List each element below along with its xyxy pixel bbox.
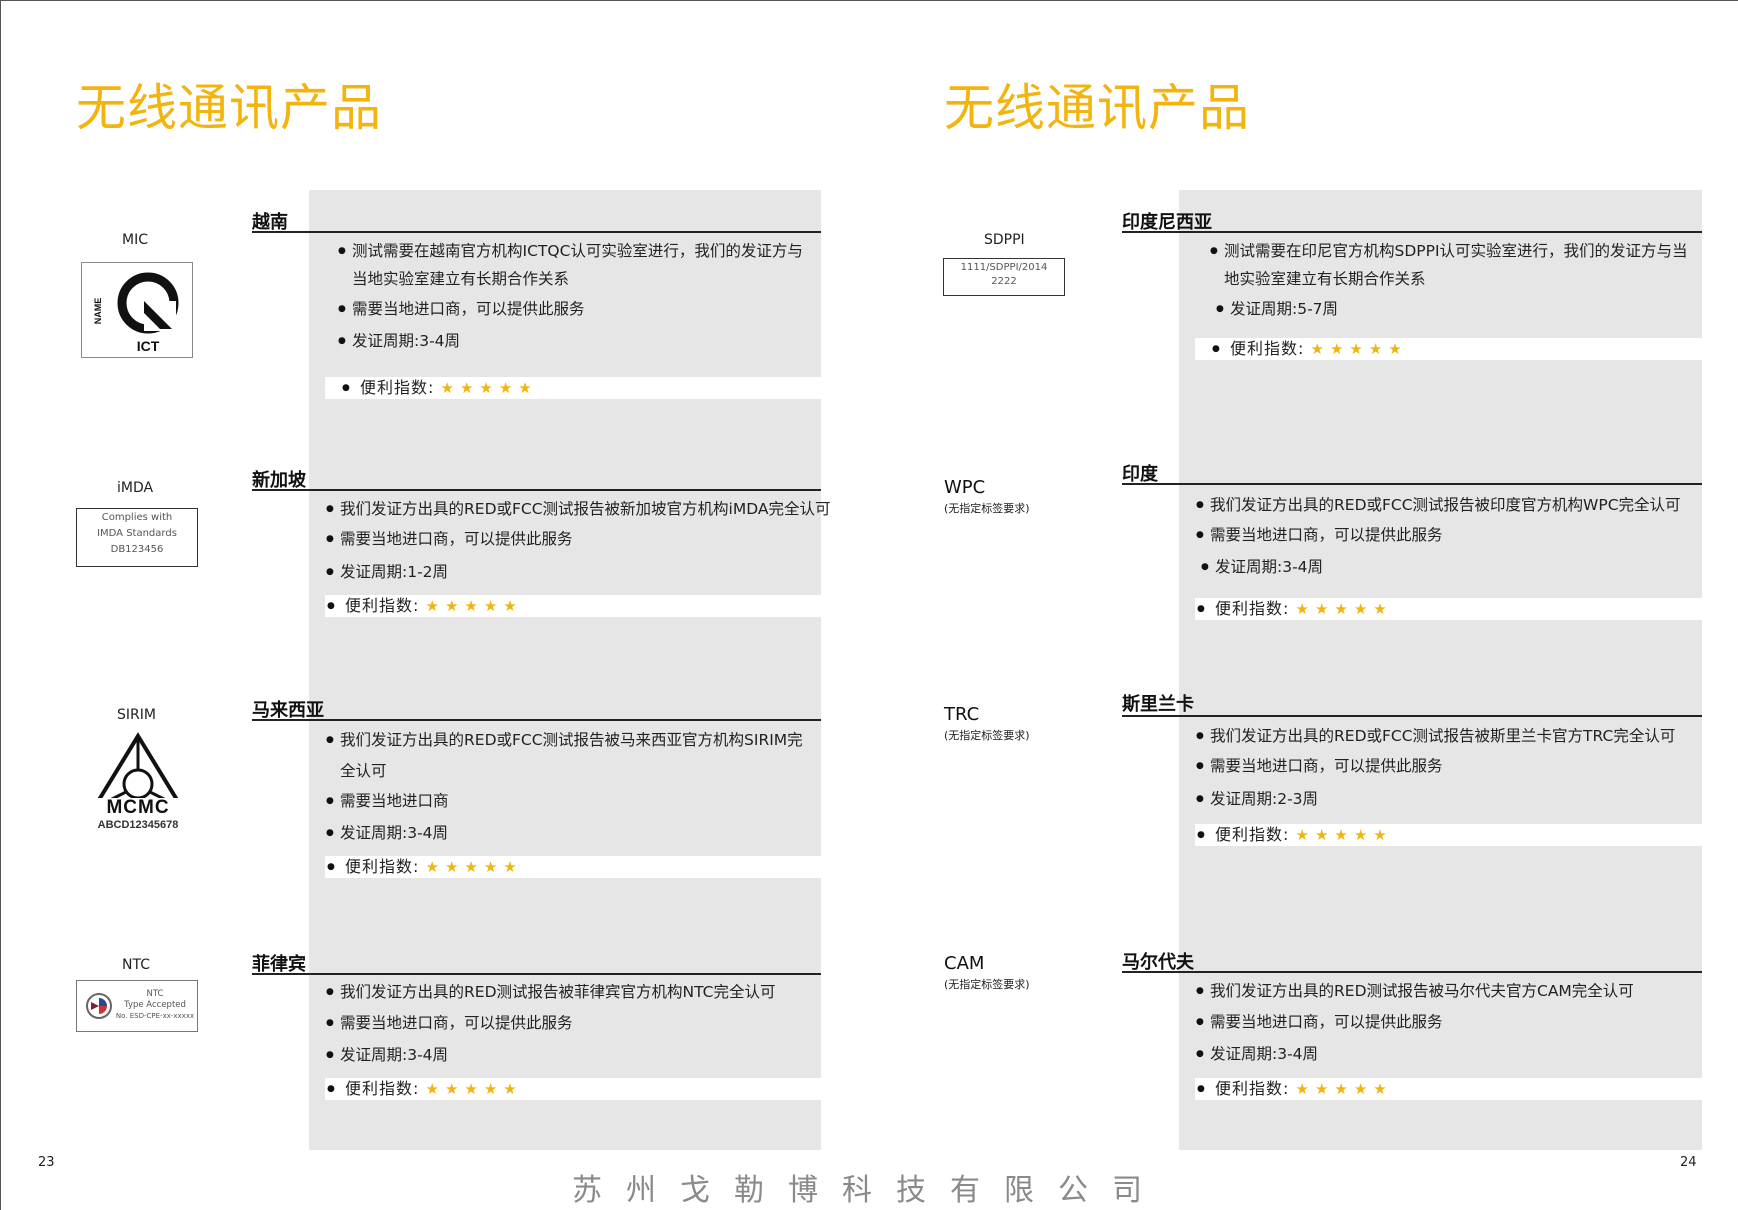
sdppi-logo: 1111/SDPPI/2014 2222 <box>943 258 1065 296</box>
ntc-line-1: NTC <box>146 989 164 999</box>
bullet-ph-3: 发证周期:3-4周 <box>326 1041 810 1069</box>
convenience-label: 便利指数: <box>345 1079 420 1098</box>
imda-line-2: IMDA Standards <box>97 528 177 539</box>
star-rating: ★★★★★ <box>1295 600 1393 618</box>
bullet-in-2: 需要当地进口商，可以提供此服务 <box>1196 521 1680 549</box>
mic-ict-logo: NAME ICT <box>81 262 193 358</box>
convenience-mv: 便利指数: ★★★★★ <box>1197 1078 1393 1100</box>
bullet-in-3: 发证周期:3-4周 <box>1201 553 1685 581</box>
convenience-sg: 便利指数: ★★★★★ <box>327 595 523 617</box>
star-rating: ★★★★★ <box>1295 1080 1393 1098</box>
mcmc-text: MCMC <box>106 797 169 818</box>
sdppi-line-2: 2222 <box>991 276 1017 287</box>
divider-maldives <box>1122 971 1702 973</box>
mark-note: (无指定标签要求) <box>944 502 1030 515</box>
bullet-mv-2: 需要当地进口商，可以提供此服务 <box>1196 1008 1680 1036</box>
convenience-in: 便利指数: ★★★★★ <box>1197 598 1393 620</box>
mark-label-sdppi: SDPPI <box>984 232 1025 248</box>
convenience-label: 便利指数: <box>1215 825 1290 844</box>
bullet-ph-1: 我们发证方出具的RED测试报告被菲律宾官方机构NTC完全认可 <box>326 978 810 1006</box>
mcmc-triangle-icon: MCMC ABCD12345678 <box>90 732 186 831</box>
bullet-lk-3: 发证周期:2-3周 <box>1196 785 1680 813</box>
country-srilanka: 斯里兰卡 <box>1122 694 1194 715</box>
imda-line-3: DB123456 <box>110 544 164 555</box>
convenience-ph: 便利指数: ★★★★★ <box>327 1078 523 1100</box>
bullet-id-1: 测试需要在印尼官方机构SDPPI认可实验室进行，我们的发证方与当地实验室建立有长… <box>1210 237 1702 293</box>
bullet-my-1: 我们发证方出具的RED或FCC测试报告被马来西亚官方机构SIRIM完全认可 <box>326 725 810 787</box>
bullet-sg-3: 发证周期:1-2周 <box>326 558 810 586</box>
mcmc-code-text: ABCD12345678 <box>98 819 179 831</box>
bullet-id-2: 发证周期:5-7周 <box>1216 295 1690 323</box>
mark-label-mic: MIC <box>122 232 148 248</box>
star-rating: ★★★★★ <box>425 858 523 876</box>
convenience-label: 便利指数: <box>345 596 420 615</box>
convenience-label: 便利指数: <box>345 857 420 876</box>
mark-label-imda: iMDA <box>117 480 154 496</box>
bullet-in-1: 我们发证方出具的RED或FCC测试报告被印度官方机构WPC完全认可 <box>1196 491 1702 519</box>
bullet-sg-2: 需要当地进口商，可以提供此服务 <box>326 525 810 553</box>
divider-philippines <box>252 973 821 975</box>
convenience-label: 便利指数: <box>360 378 435 397</box>
logo-ict-text: ICT <box>137 338 160 354</box>
bullet-mv-1: 我们发证方出具的RED测试报告被马尔代夫官方CAM完全认可 <box>1196 977 1690 1005</box>
convenience-vn: 便利指数: ★★★★★ <box>342 377 538 399</box>
bullet-vn-3: 发证周期:3-4周 <box>338 327 812 355</box>
mark-cam: CAM (无指定标签要求) <box>944 953 1030 992</box>
mark-name: CAM <box>944 953 985 974</box>
mark-trc: TRC (无指定标签要求) <box>944 704 1030 743</box>
ntc-line-2: Type Accepted <box>124 1000 186 1010</box>
bullet-my-3: 发证周期:3-4周 <box>326 819 810 847</box>
star-rating: ★★★★★ <box>425 1080 523 1098</box>
sdppi-line-1: 1111/SDPPI/2014 <box>960 262 1048 273</box>
star-rating: ★★★★★ <box>425 597 523 615</box>
mark-name: WPC <box>944 477 986 498</box>
mark-name: TRC <box>944 704 980 725</box>
bullet-lk-2: 需要当地进口商，可以提供此服务 <box>1196 752 1680 780</box>
mark-wpc: WPC (无指定标签要求) <box>944 477 1030 516</box>
bullet-sg-1: 我们发证方出具的RED或FCC测试报告被新加坡官方机构iMDA完全认可 <box>326 495 831 523</box>
ict-mark-icon: NAME ICT <box>93 272 179 354</box>
star-rating: ★★★★★ <box>440 379 538 397</box>
divider-singapore <box>252 489 821 491</box>
bullet-mv-3: 发证周期:3-4周 <box>1196 1040 1680 1068</box>
divider-vietnam <box>252 231 821 233</box>
divider-malaysia <box>252 719 821 721</box>
ntc-line-3: No. ESD-CPE-xx-xxxxx <box>115 1012 195 1020</box>
company-footer: 苏州戈勒博科技有限公司 <box>572 1173 1166 1208</box>
convenience-lk: 便利指数: ★★★★★ <box>1197 824 1393 846</box>
mark-label-sirim: SIRIM <box>117 707 156 723</box>
mark-note: (无指定标签要求) <box>944 729 1030 742</box>
left-page-title: 无线通讯产品 <box>76 79 382 137</box>
divider-srilanka <box>1122 715 1702 717</box>
star-rating: ★★★★★ <box>1295 826 1393 844</box>
bullet-vn-1: 测试需要在越南官方机构ICTQC认可实验室进行，我们的发证方与当地实验室建立有长… <box>338 237 812 293</box>
logo-name-text: NAME <box>93 298 103 325</box>
bullet-lk-1: 我们发证方出具的RED或FCC测试报告被斯里兰卡官方TRC完全认可 <box>1196 722 1702 750</box>
convenience-id: 便利指数: ★★★★★ <box>1212 338 1408 360</box>
imda-line-1: Complies with <box>101 512 173 523</box>
mark-label-ntc: NTC <box>122 957 150 973</box>
bullet-vn-2: 需要当地进口商，可以提供此服务 <box>338 295 812 323</box>
mcmc-logo: MCMC ABCD12345678 <box>86 732 190 832</box>
bullet-my-2: 需要当地进口商 <box>326 787 810 815</box>
bullet-ph-2: 需要当地进口商，可以提供此服务 <box>326 1009 810 1037</box>
divider-indonesia <box>1122 231 1702 233</box>
divider-india <box>1122 483 1702 485</box>
star-rating: ★★★★★ <box>1310 340 1408 358</box>
ntc-logo: NTC Type Accepted No. ESD-CPE-xx-xxxxx <box>76 980 198 1032</box>
right-gray-panel <box>1179 190 1702 1150</box>
convenience-label: 便利指数: <box>1215 599 1290 618</box>
convenience-label: 便利指数: <box>1230 339 1305 358</box>
right-page-title: 无线通讯产品 <box>944 79 1250 137</box>
convenience-label: 便利指数: <box>1215 1079 1290 1098</box>
ntc-seal-icon <box>86 993 112 1019</box>
imda-logo: Complies with IMDA Standards DB123456 <box>76 508 198 567</box>
mark-note: (无指定标签要求) <box>944 978 1030 991</box>
convenience-my: 便利指数: ★★★★★ <box>327 856 523 878</box>
